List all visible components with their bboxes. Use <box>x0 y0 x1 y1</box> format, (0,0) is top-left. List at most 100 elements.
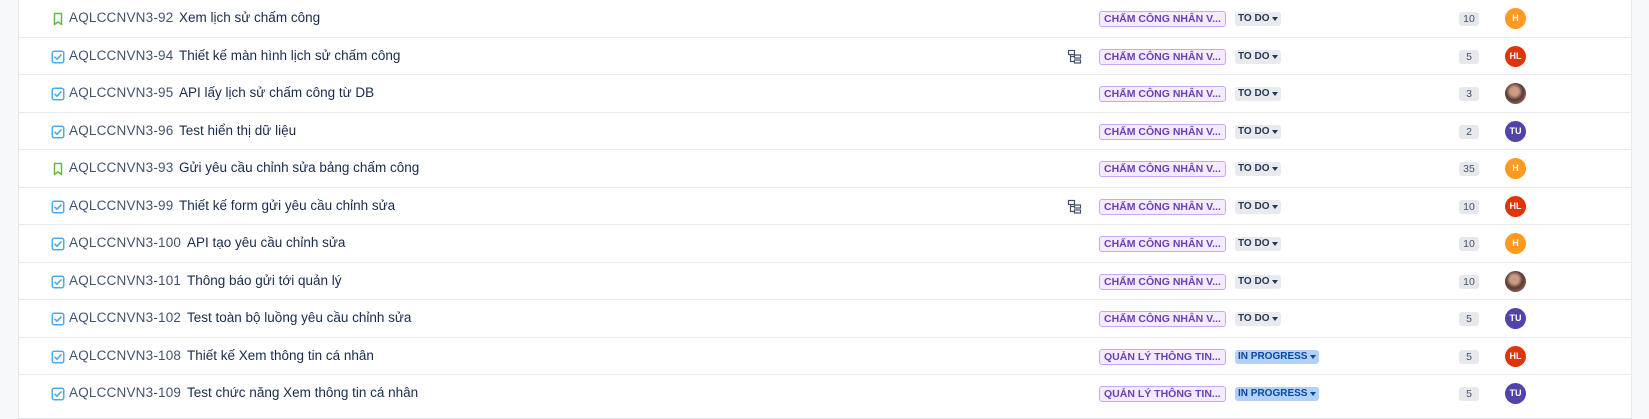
task-icon <box>51 312 65 326</box>
status-label: TO DO <box>1238 275 1270 287</box>
epic-lozenge[interactable]: CHẤM CÔNG NHÂN V... <box>1099 86 1226 102</box>
status-label: TO DO <box>1238 313 1270 324</box>
assignee-avatar[interactable]: H <box>1505 8 1526 29</box>
epic-lozenge[interactable]: CHẤM CÔNG NHÂN V... <box>1099 198 1226 215</box>
epic-lozenge[interactable]: CHẤM CÔNG NHÂN V... <box>1099 273 1226 290</box>
status-label: IN PROGRESS <box>1238 350 1308 362</box>
issue-row[interactable]: AQLCCNVN3-94 Thiết kế màn hình lịch sử ch… <box>19 38 1631 75</box>
epic-lozenge[interactable]: CHẤM CÔNG NHÂN V... <box>1099 161 1226 177</box>
assignee-avatar[interactable] <box>1505 270 1526 292</box>
epic-lozenge[interactable]: CHẤM CÔNG NHÂN V... <box>1099 11 1226 27</box>
assignee-avatar[interactable]: HL <box>1505 345 1526 367</box>
status-dropdown[interactable]: TO DO <box>1235 274 1282 289</box>
epic-lozenge[interactable]: CHẤM CÔNG NHÂN V... <box>1099 236 1226 252</box>
issue-key[interactable]: AQLCCNVN3-99 <box>69 198 173 213</box>
status-dropdown[interactable]: TO DO <box>1235 124 1282 139</box>
task-icon <box>51 50 65 64</box>
task-icon <box>51 350 65 364</box>
status-dropdown[interactable]: IN PROGRESS <box>1235 349 1320 364</box>
epic-lozenge[interactable]: CHẤM CÔNG NHÂN V... <box>1099 123 1226 140</box>
issue-row[interactable]: AQLCCNVN3-95 API lấy lịch sử chấm công từ… <box>19 75 1631 113</box>
issue-key[interactable]: AQLCCNVN3-101 <box>69 273 181 288</box>
issue-key[interactable]: AQLCCNVN3-92 <box>69 10 173 25</box>
issue-row[interactable]: AQLCCNVN3-92 Xem lịch sử chấm công CHẤM CÔ… <box>19 0 1631 38</box>
chevron-down-icon <box>1272 129 1279 134</box>
status-dropdown[interactable]: TO DO <box>1235 162 1282 176</box>
issue-summary[interactable]: Test hiển thị dữ liệu <box>179 123 296 138</box>
chevron-down-icon <box>1310 392 1317 396</box>
epic-lozenge[interactable]: QUẢN LÝ THÔNG TIN... <box>1099 348 1226 365</box>
story-points-badge: 5 <box>1459 349 1479 364</box>
story-points-badge: 5 <box>1459 312 1479 326</box>
issue-summary[interactable]: Test chức năng Xem thông tin cá nhân <box>187 385 418 400</box>
assignee-avatar[interactable]: HL <box>1505 45 1526 67</box>
issue-key[interactable]: AQLCCNVN3-96 <box>69 123 173 138</box>
status-label: TO DO <box>1238 13 1270 24</box>
child-issues-icon[interactable] <box>1067 49 1082 64</box>
assignee-avatar[interactable]: HL <box>1505 195 1526 217</box>
issue-key[interactable]: AQLCCNVN3-108 <box>69 348 181 363</box>
issue-row[interactable]: AQLCCNVN3-99 Thiết kế form gửi yêu cầu ch… <box>19 188 1631 225</box>
status-label: TO DO <box>1238 163 1270 174</box>
status-dropdown[interactable]: IN PROGRESS <box>1235 387 1320 401</box>
status-dropdown[interactable]: TO DO <box>1235 12 1282 26</box>
issue-row[interactable]: AQLCCNVN3-93 Gửi yêu cầu chỉnh sửa bảng c… <box>19 150 1631 188</box>
backlog-issue-list: AQLCCNVN3-92 Xem lịch sử chấm công CHẤM CÔ… <box>18 0 1632 419</box>
status-dropdown[interactable]: TO DO <box>1235 199 1282 214</box>
status-dropdown[interactable]: TO DO <box>1235 49 1282 64</box>
issue-key[interactable]: AQLCCNVN3-102 <box>69 310 181 325</box>
status-dropdown[interactable]: TO DO <box>1235 312 1282 326</box>
chevron-down-icon <box>1272 317 1279 321</box>
story-points-badge: 3 <box>1459 87 1479 101</box>
chevron-down-icon <box>1272 167 1279 171</box>
story-points-badge: 2 <box>1459 124 1479 139</box>
task-icon <box>51 200 65 214</box>
issue-key[interactable]: AQLCCNVN3-94 <box>69 48 173 63</box>
story-icon <box>51 162 65 176</box>
issue-key[interactable]: AQLCCNVN3-93 <box>69 160 173 175</box>
issue-summary[interactable]: Test toàn bộ luồng yêu cầu chỉnh sửa <box>187 310 411 325</box>
task-icon <box>51 237 65 251</box>
epic-lozenge[interactable]: CHẤM CÔNG NHÂN V... <box>1099 311 1226 327</box>
epic-lozenge[interactable]: CHẤM CÔNG NHÂN V... <box>1099 48 1226 65</box>
issue-row[interactable]: AQLCCNVN3-109 Test chức năng Xem thông ti… <box>19 375 1631 413</box>
status-dropdown[interactable]: TO DO <box>1235 237 1282 251</box>
issue-summary[interactable]: Thiết kế form gửi yêu cầu chỉnh sửa <box>179 198 395 213</box>
chevron-down-icon <box>1272 204 1279 209</box>
assignee-avatar[interactable]: H <box>1505 158 1526 179</box>
assignee-avatar[interactable] <box>1505 83 1526 104</box>
assignee-avatar[interactable]: TU <box>1505 383 1526 404</box>
issue-summary[interactable]: Thông báo gửi tới quản lý <box>187 273 342 288</box>
status-dropdown[interactable]: TO DO <box>1235 87 1282 101</box>
chevron-down-icon <box>1310 354 1317 359</box>
story-points-badge: 5 <box>1459 387 1479 401</box>
issue-summary[interactable]: API tạo yêu cầu chỉnh sửa <box>187 235 345 250</box>
chevron-down-icon <box>1272 54 1279 59</box>
issue-row[interactable]: AQLCCNVN3-101 Thông báo gửi tới quản lý CH… <box>19 263 1631 300</box>
issue-row[interactable]: AQLCCNVN3-108 Thiết kế Xem thông tin cá n… <box>19 338 1631 375</box>
story-points-badge: 10 <box>1459 237 1479 251</box>
status-label: TO DO <box>1238 238 1270 249</box>
chevron-down-icon <box>1272 242 1279 246</box>
issue-summary[interactable]: Thiết kế Xem thông tin cá nhân <box>187 348 374 363</box>
issue-summary[interactable]: Gửi yêu cầu chỉnh sửa bảng chấm công <box>179 160 419 175</box>
issue-summary[interactable]: Thiết kế màn hình lịch sử chấm công <box>179 48 400 63</box>
assignee-avatar[interactable]: TU <box>1505 120 1526 142</box>
assignee-avatar[interactable]: H <box>1505 233 1526 254</box>
issue-key[interactable]: AQLCCNVN3-109 <box>69 385 181 400</box>
issue-summary[interactable]: Xem lịch sử chấm công <box>179 10 320 25</box>
issue-summary[interactable]: API lấy lịch sử chấm công từ DB <box>179 85 374 100</box>
issue-row[interactable]: AQLCCNVN3-100 API tạo yêu cầu chỉnh sửa CH… <box>19 225 1631 263</box>
issue-row[interactable]: AQLCCNVN3-96 Test hiển thị dữ liệu CHẤM CÔ… <box>19 113 1631 150</box>
child-issues-icon[interactable] <box>1067 199 1082 214</box>
task-icon <box>51 275 65 289</box>
issue-key[interactable]: AQLCCNVN3-100 <box>69 235 181 250</box>
issue-row[interactable]: AQLCCNVN3-102 Test toàn bộ luồng yêu cầu … <box>19 300 1631 338</box>
task-icon <box>51 125 65 139</box>
issue-key[interactable]: AQLCCNVN3-95 <box>69 85 173 100</box>
epic-lozenge[interactable]: QUẢN LÝ THÔNG TIN... <box>1099 386 1226 402</box>
story-points-badge: 10 <box>1459 199 1479 214</box>
story-points-badge: 35 <box>1459 162 1479 176</box>
story-points-badge: 10 <box>1459 274 1479 289</box>
assignee-avatar[interactable]: TU <box>1505 308 1526 329</box>
